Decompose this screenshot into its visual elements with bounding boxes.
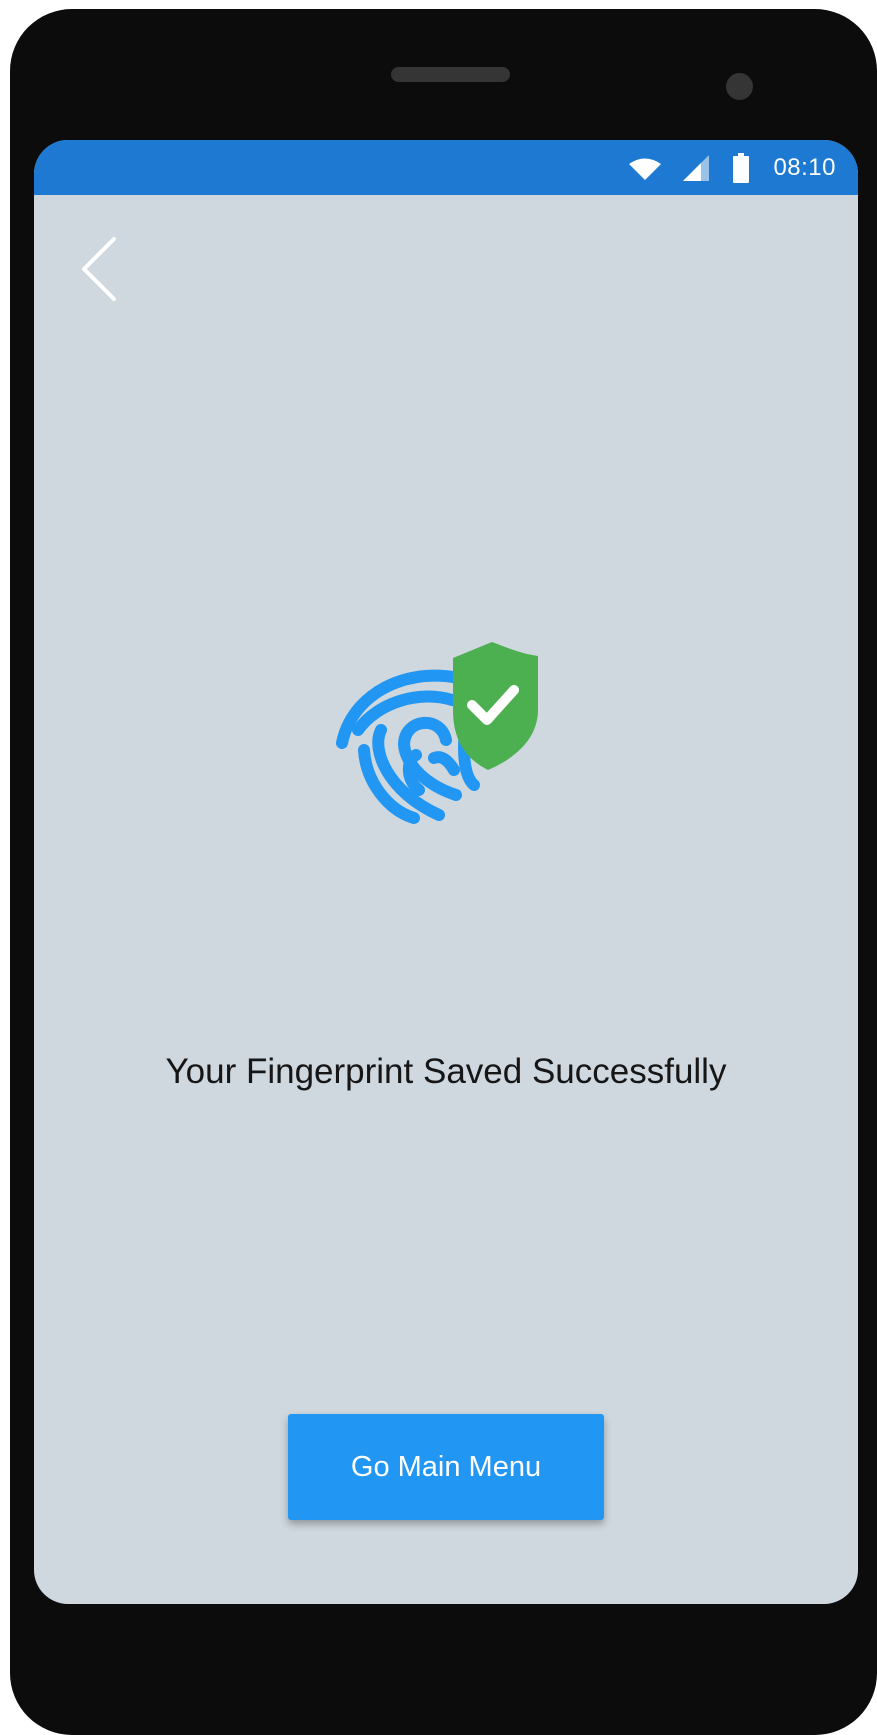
shield-check-icon xyxy=(453,642,538,770)
success-message: Your Fingerprint Saved Successfully xyxy=(165,1052,727,1091)
speaker-grille xyxy=(391,67,510,82)
app-screen: 08:10 Your Fingerprint Saved Successfull… xyxy=(34,140,858,1604)
front-camera xyxy=(726,73,753,100)
phone-frame: 08:10 Your Fingerprint Saved Successfull… xyxy=(10,9,877,1735)
back-button[interactable] xyxy=(78,227,134,311)
status-bar: 08:10 xyxy=(34,140,858,195)
chevron-left-icon xyxy=(82,237,116,301)
signal-icon xyxy=(683,154,710,181)
status-time: 08:10 xyxy=(773,153,836,181)
wifi-icon xyxy=(629,158,662,180)
battery-icon xyxy=(733,152,750,183)
go-main-menu-button[interactable]: Go Main Menu xyxy=(288,1414,604,1520)
status-icons: 08:10 xyxy=(629,140,836,195)
fingerprint-success-illustration xyxy=(326,610,566,850)
